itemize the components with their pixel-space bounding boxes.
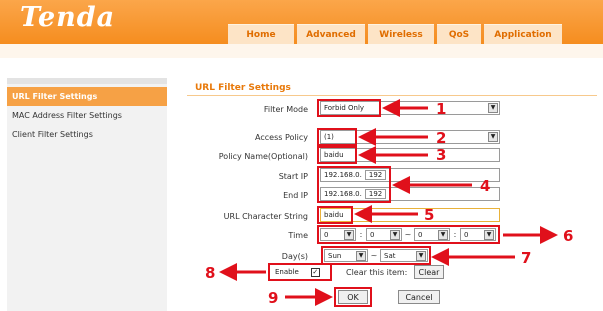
annotation-5: 5 bbox=[424, 206, 435, 224]
annotation-9: 9 bbox=[268, 289, 279, 307]
annotation-8: 8 bbox=[205, 264, 216, 282]
annotation-4: 4 bbox=[480, 177, 491, 195]
annotation-1: 1 bbox=[436, 100, 447, 118]
annotation-6: 6 bbox=[563, 227, 574, 245]
annotation-3: 3 bbox=[436, 146, 447, 164]
annotation-arrows bbox=[219, 99, 558, 306]
annotation-2: 2 bbox=[436, 129, 447, 147]
annotation-7: 7 bbox=[521, 249, 532, 267]
